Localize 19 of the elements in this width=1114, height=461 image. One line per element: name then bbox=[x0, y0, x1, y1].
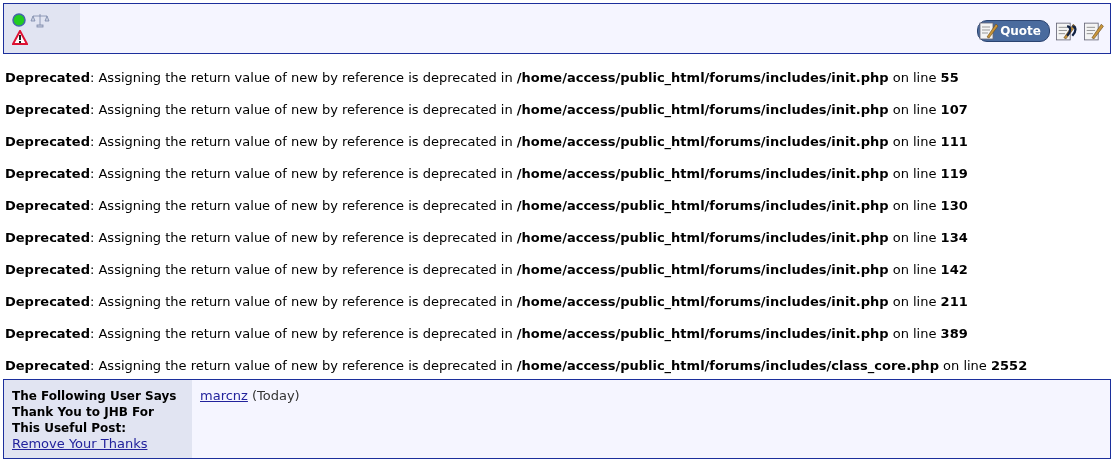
deprecation-notice: Deprecated: Assigning the return value of new by reference is deprecated in /home/access/public_html/forums/includes/init.php on line 130 bbox=[5, 197, 969, 214]
edit-icon[interactable] bbox=[1082, 19, 1106, 42]
remove-thanks-link[interactable]: Remove Your Thanks bbox=[12, 436, 184, 452]
thanks-date: (Today) bbox=[251, 388, 300, 405]
user-link[interactable]: marcnz bbox=[200, 388, 248, 458]
thanks-heading: The Following User Says Thank You to JHB For This Useful Post: bbox=[12, 388, 178, 436]
deprecation-notice: Deprecated: Assigning the return value of new by reference is deprecated in /home/access/public_html/forums/includes/init.php on line 119 bbox=[5, 165, 969, 182]
deprecation-notice: Deprecated: Assigning the return value of new by reference is deprecated in /home/access/public_html/forums/includes/init.php on line 55 bbox=[5, 69, 960, 86]
deprecation-notice: Deprecated: Assigning the return value of new by reference is deprecated in /home/access/public_html/forums/includes/init.php on line 211 bbox=[5, 293, 969, 310]
deprecation-notice: Deprecated: Assigning the return value of new by reference is deprecated in /home/access/public_html/forums/includes/init.php on line 142 bbox=[5, 261, 969, 278]
quote-button[interactable]: Quote bbox=[977, 19, 1050, 42]
deprecation-notice: Deprecated: Assigning the return value of new by reference is deprecated in /home/access/public_html/forums/includes/init.php on line 134 bbox=[5, 229, 969, 246]
deprecation-notice: Deprecated: Assigning the return value of new by reference is deprecated in /home/access/public_html/forums/includes/init.php on line 107 bbox=[5, 101, 969, 118]
deprecation-notice: Deprecated: Assigning the return value of new by reference is deprecated in /home/access/public_html/forums/includes/init.php on line 389 bbox=[5, 325, 969, 342]
deprecation-notice: Deprecated: Assigning the return value of new by reference is deprecated in /home/access/public_html/forums/includes/class_core.php on line 2552 bbox=[5, 357, 1029, 374]
document-pen-icon bbox=[978, 20, 1001, 41]
warning-icon[interactable] bbox=[12, 30, 28, 45]
deprecation-notice: Deprecated: Assigning the return value of new by reference is deprecated in /home/access/public_html/forums/includes/init.php on line 111 bbox=[5, 133, 969, 150]
multi-quote-icon[interactable] bbox=[1054, 19, 1078, 42]
